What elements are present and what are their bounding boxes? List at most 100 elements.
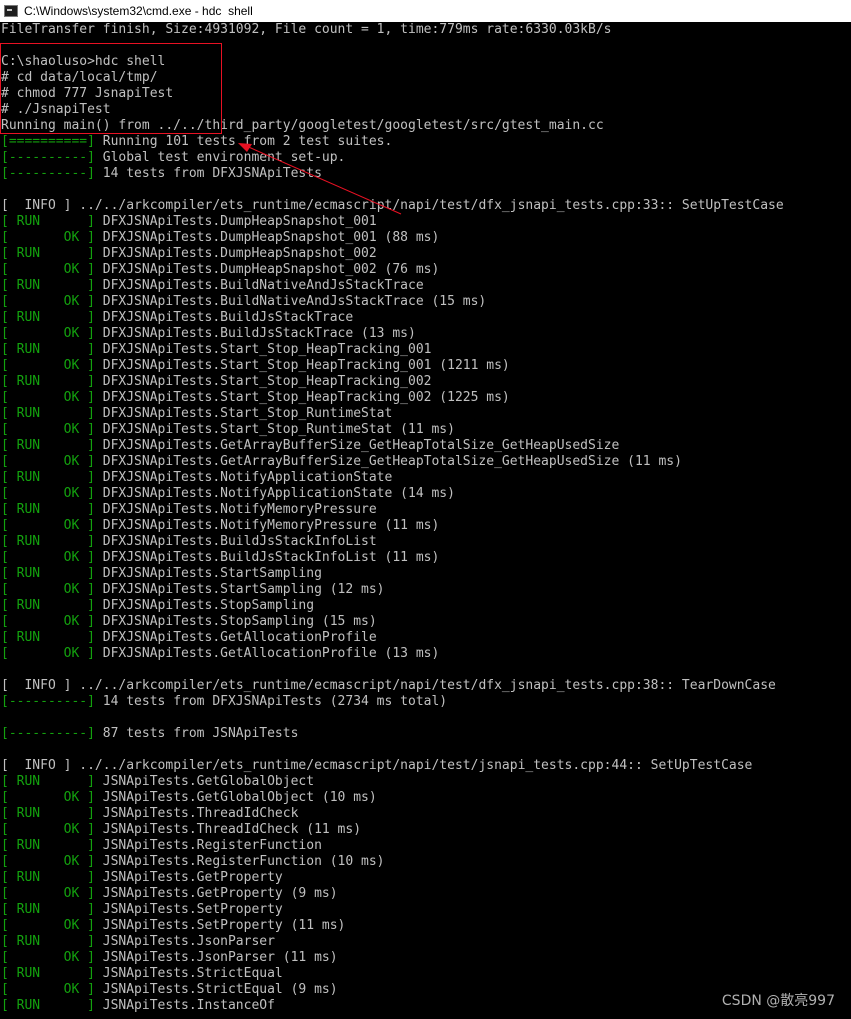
console-line-text: JSNApiTests.ThreadIdCheck (94, 806, 299, 821)
ok-status-tag: [ OK ] (1, 822, 95, 837)
separator-tag: [----------] (1, 166, 95, 181)
console-output[interactable]: FileTransfer finish, Size:4931092, File … (0, 22, 851, 1019)
console-line-text: Global test environment set-up. (94, 150, 346, 165)
console-line-text: DFXJSNApiTests.DumpHeapSnapshot_002 (76 … (94, 262, 440, 277)
console-line: [ RUN ] DFXJSNApiTests.BuildJsStackTrace (0, 310, 851, 326)
run-status-tag: [ RUN ] (1, 630, 95, 645)
run-status-tag: [ RUN ] (1, 966, 95, 981)
console-line: [ OK ] DFXJSNApiTests.NotifyApplicationS… (0, 486, 851, 502)
console-line: [ OK ] DFXJSNApiTests.Start_Stop_Runtime… (0, 422, 851, 438)
ok-status-tag: [ OK ] (1, 486, 95, 501)
ok-status-tag: [ OK ] (1, 950, 95, 965)
console-line: [ RUN ] JSNApiTests.ThreadIdCheck (0, 806, 851, 822)
console-line-text: DFXJSNApiTests.GetAllocationProfile (94, 630, 377, 645)
console-line-text: DFXJSNApiTests.Start_Stop_RuntimeStat (94, 406, 393, 421)
console-line: # chmod 777 JsnapiTest (0, 86, 851, 102)
console-line: [ OK ] DFXJSNApiTests.Start_Stop_HeapTra… (0, 390, 851, 406)
console-line: [ OK ] DFXJSNApiTests.GetArrayBufferSize… (0, 454, 851, 470)
console-line: [ RUN ] DFXJSNApiTests.NotifyApplication… (0, 470, 851, 486)
console-line: [ RUN ] DFXJSNApiTests.StopSampling (0, 598, 851, 614)
ok-status-tag: [ OK ] (1, 518, 95, 533)
ok-status-tag: [ OK ] (1, 886, 95, 901)
console-line: [----------] 87 tests from JSNApiTests (0, 726, 851, 742)
console-line-text: DFXJSNApiTests.StopSampling (94, 598, 315, 613)
run-status-tag: [ RUN ] (1, 342, 95, 357)
console-line: [ RUN ] DFXJSNApiTests.BuildNativeAndJsS… (0, 278, 851, 294)
console-line: [ INFO ] ../../arkcompiler/ets_runtime/e… (0, 198, 851, 214)
run-status-tag: [ RUN ] (1, 806, 95, 821)
ok-status-tag: [ OK ] (1, 614, 95, 629)
window-title: C:\Windows\system32\cmd.exe - hdc shell (24, 4, 253, 18)
ok-status-tag: [ OK ] (1, 422, 95, 437)
console-line: [ OK ] JSNApiTests.SetProperty (11 ms) (0, 918, 851, 934)
console-line-text: JSNApiTests.RegisterFunction (94, 838, 322, 853)
console-line: [ OK ] DFXJSNApiTests.DumpHeapSnapshot_0… (0, 230, 851, 246)
separator-tag: [----------] (1, 694, 95, 709)
run-status-tag: [ RUN ] (1, 902, 95, 917)
console-line-text: DFXJSNApiTests.BuildJsStackTrace (94, 310, 354, 325)
console-line: [ RUN ] DFXJSNApiTests.Start_Stop_HeapTr… (0, 342, 851, 358)
cmd-icon (4, 5, 18, 17)
run-status-tag: [ RUN ] (1, 870, 95, 885)
run-status-tag: [ RUN ] (1, 310, 95, 325)
run-status-tag: [ RUN ] (1, 534, 95, 549)
run-status-tag: [ RUN ] (1, 598, 95, 613)
run-status-tag: [ RUN ] (1, 566, 95, 581)
console-line-text: JSNApiTests.StrictEqual (9 ms) (94, 982, 338, 997)
console-line-text: DFXJSNApiTests.Start_Stop_HeapTracking_0… (94, 390, 510, 405)
console-line-text: DFXJSNApiTests.NotifyApplicationState (1… (94, 486, 455, 501)
console-line: [ OK ] DFXJSNApiTests.StartSampling (12 … (0, 582, 851, 598)
console-line-text: DFXJSNApiTests.DumpHeapSnapshot_001 (94, 214, 377, 229)
console-line: [ OK ] DFXJSNApiTests.BuildJsStackTrace … (0, 326, 851, 342)
console-line: Running main() from ../../third_party/go… (0, 118, 851, 134)
console-line-text: JSNApiTests.InstanceOf (94, 998, 275, 1013)
console-line: [ OK ] JSNApiTests.GetGlobalObject (10 m… (0, 790, 851, 806)
console-line-text: DFXJSNApiTests.BuildNativeAndJsStackTrac… (94, 294, 487, 309)
run-status-tag: [ RUN ] (1, 374, 95, 389)
info-status-tag: [ INFO ] (1, 678, 72, 693)
console-line: [ RUN ] DFXJSNApiTests.StartSampling (0, 566, 851, 582)
console-line-text: DFXJSNApiTests.BuildJsStackTrace (13 ms) (94, 326, 416, 341)
console-line: [ RUN ] DFXJSNApiTests.DumpHeapSnapshot_… (0, 246, 851, 262)
watermark: CSDN @散亮997 (721, 993, 835, 1009)
console-line: [----------] 14 tests from DFXJSNApiTest… (0, 694, 851, 710)
console-line-text: # cd data/local/tmp/ (1, 70, 158, 85)
console-line: [ OK ] DFXJSNApiTests.StopSampling (15 m… (0, 614, 851, 630)
console-line-text: DFXJSNApiTests.Start_Stop_RuntimeStat (1… (94, 422, 455, 437)
window-titlebar[interactable]: C:\Windows\system32\cmd.exe - hdc shell (0, 0, 851, 22)
console-line-text: JSNApiTests.StrictEqual (94, 966, 283, 981)
console-line-text: JSNApiTests.SetProperty (11 ms) (94, 918, 346, 933)
console-line: [ OK ] DFXJSNApiTests.GetAllocationProfi… (0, 646, 851, 662)
console-line: [ OK ] DFXJSNApiTests.DumpHeapSnapshot_0… (0, 262, 851, 278)
console-line: [ RUN ] JSNApiTests.JsonParser (0, 934, 851, 950)
console-line: [ RUN ] DFXJSNApiTests.DumpHeapSnapshot_… (0, 214, 851, 230)
info-status-tag: [ INFO ] (1, 198, 72, 213)
run-status-tag: [ RUN ] (1, 214, 95, 229)
console-line: [ OK ] DFXJSNApiTests.BuildNativeAndJsSt… (0, 294, 851, 310)
console-line: [ INFO ] ../../arkcompiler/ets_runtime/e… (0, 678, 851, 694)
console-line: [ OK ] DFXJSNApiTests.Start_Stop_HeapTra… (0, 358, 851, 374)
console-line: [ RUN ] DFXJSNApiTests.Start_Stop_HeapTr… (0, 374, 851, 390)
console-line-text: Running main() from ../../third_party/go… (1, 118, 604, 133)
console-line-text: Running 101 tests from 2 test suites. (94, 134, 393, 149)
run-status-tag: [ RUN ] (1, 934, 95, 949)
console-line-text: DFXJSNApiTests.GetAllocationProfile (13 … (94, 646, 440, 661)
console-line-text: FileTransfer finish, Size:4931092, File … (1, 22, 612, 37)
run-status-tag: [ RUN ] (1, 502, 95, 517)
ok-status-tag: [ OK ] (1, 854, 95, 869)
console-line: [----------] 14 tests from DFXJSNApiTest… (0, 166, 851, 182)
info-status-tag: [ INFO ] (1, 758, 72, 773)
console-line: # ./JsnapiTest (0, 102, 851, 118)
console-line-text: DFXJSNApiTests.NotifyMemoryPressure (11 … (94, 518, 440, 533)
console-line: [ RUN ] DFXJSNApiTests.NotifyMemoryPress… (0, 502, 851, 518)
console-line: C:\shaoluso>hdc shell (0, 54, 851, 70)
console-line: [ RUN ] JSNApiTests.SetProperty (0, 902, 851, 918)
run-status-tag: [ RUN ] (1, 438, 95, 453)
console-line-text: DFXJSNApiTests.DumpHeapSnapshot_002 (94, 246, 377, 261)
console-line-text: DFXJSNApiTests.NotifyApplicationState (94, 470, 393, 485)
